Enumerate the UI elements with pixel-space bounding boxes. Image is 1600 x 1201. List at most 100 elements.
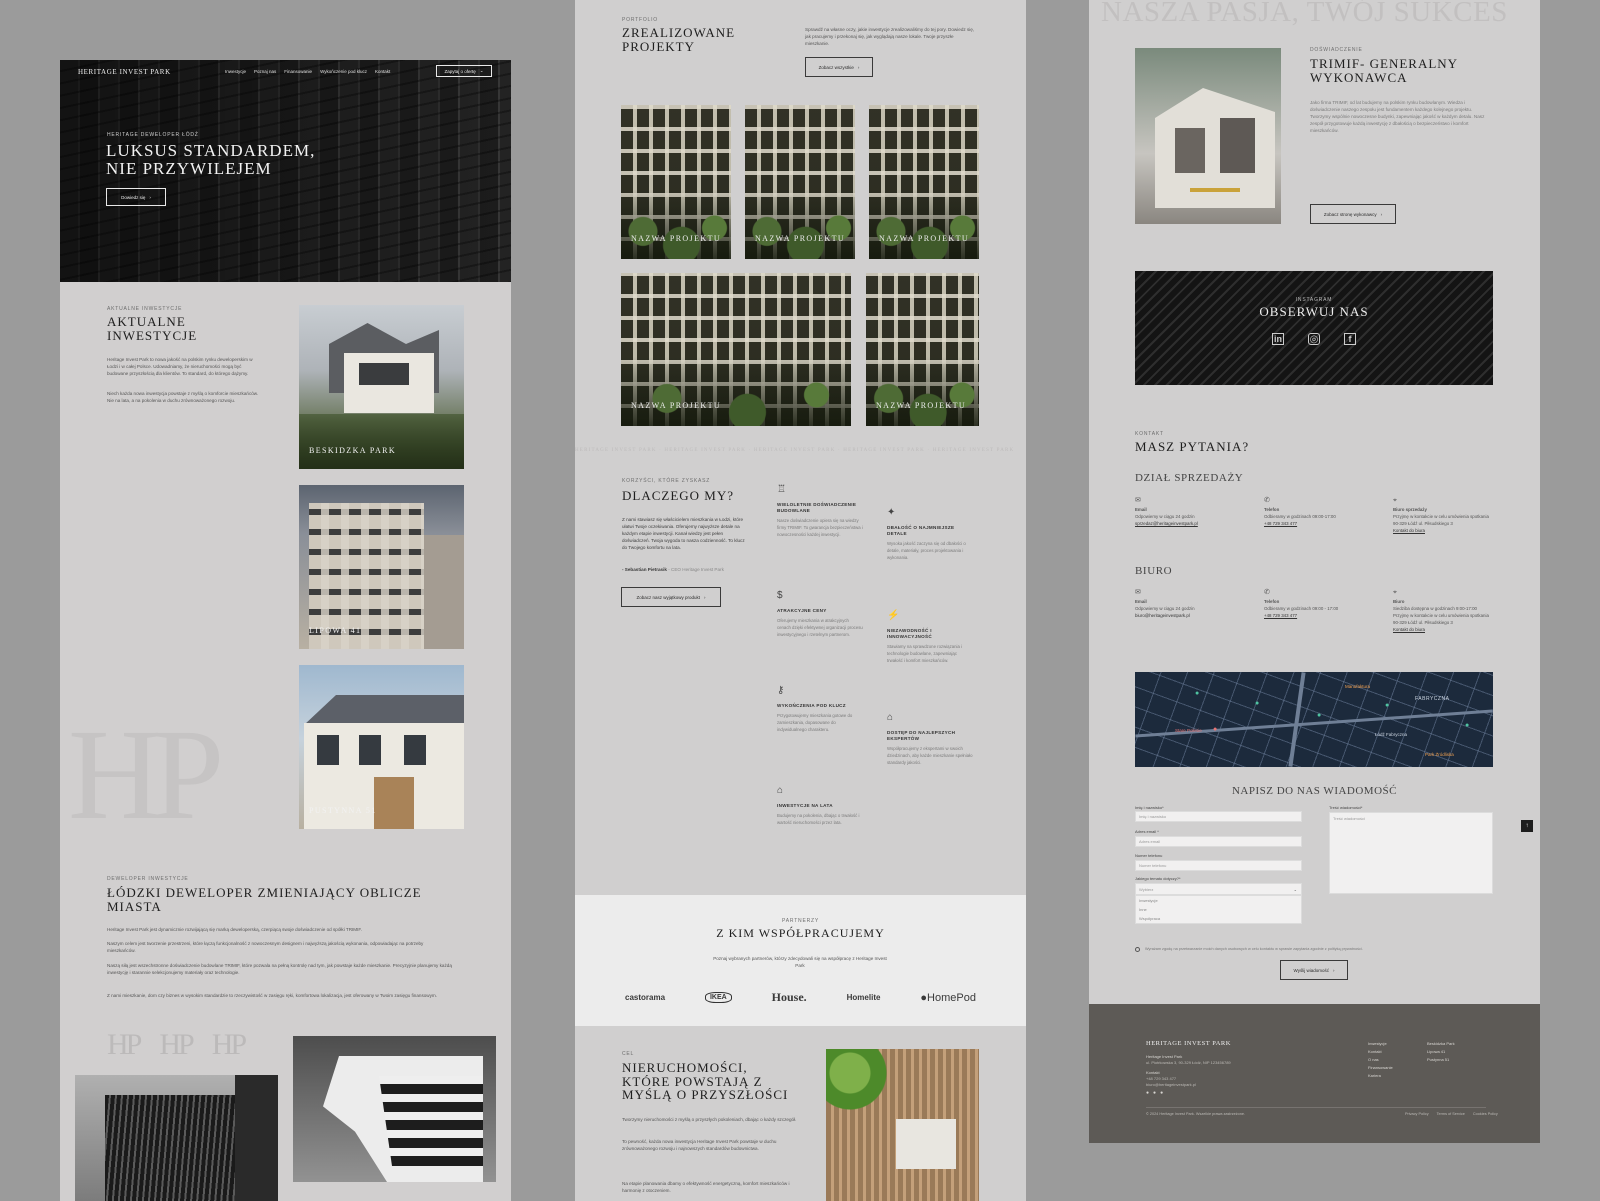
wood-building-photo	[826, 1049, 979, 1201]
contact-title: MASZ PYTANIA?	[1135, 439, 1250, 454]
architecture-photo-1	[75, 1075, 278, 1201]
instagram-icon[interactable]: ●	[1153, 1090, 1156, 1096]
trimif-site-button[interactable]: Zobacz stronę wykonawcy ›	[1310, 204, 1396, 224]
project-tile[interactable]: NAZWA PROJEKTU	[621, 273, 851, 426]
project-card-beskidzka[interactable]: BESKIDZKA PARK	[299, 305, 464, 469]
phone-icon: ✆	[1264, 589, 1270, 596]
office-link[interactable]: Kontakt do biura	[1393, 626, 1493, 633]
chevron-right-icon: ›	[149, 194, 151, 200]
future-eyebrow: CEL	[622, 1051, 635, 1057]
developer-paragraph-2: Naszym celem jest tworzenie przestrzeni,…	[107, 941, 424, 954]
trimif-eyebrow: DOŚWIADCZENIE	[1310, 47, 1363, 53]
nav-item-poznaj-nas[interactable]: Poznaj nas	[254, 69, 276, 74]
cookies-link[interactable]: Cookies Policy	[1473, 1112, 1498, 1116]
linkedin-icon[interactable]: in	[1272, 333, 1284, 345]
topic-select[interactable]: Wybierz ⌄	[1135, 883, 1302, 895]
location-map[interactable]: Manufaktura FABRYCZNA Łódź Fabryczna Sta…	[1135, 672, 1493, 767]
facebook-icon[interactable]: f	[1344, 333, 1356, 345]
developer-eyebrow: DEWELOPER INWESTYCJE	[107, 876, 189, 882]
scroll-to-top-button[interactable]: ↑	[1521, 820, 1533, 832]
chevron-down-icon: ⌄	[479, 68, 484, 73]
consent-checkbox[interactable]	[1135, 947, 1140, 952]
project-tile[interactable]: NAZWA PROJEKTU	[745, 105, 855, 259]
helmet-icon: ⌂	[887, 712, 894, 723]
contact-eyebrow: KONTAKT	[1135, 431, 1164, 437]
facebook-icon[interactable]: ●	[1146, 1090, 1149, 1096]
chevron-right-icon: ›	[704, 594, 706, 600]
homepage-column-3: NASZA PASJA, TWÓJ SUKCES DOŚWIADCZENIE T…	[1089, 0, 1540, 1143]
see-all-projects-button[interactable]: Zobacz wszystkie ›	[805, 57, 873, 77]
sales-phone-link[interactable]: +48 729 343 477	[1264, 520, 1364, 527]
why-cta-button[interactable]: Zobacz nasz wyjątkowy produkt ›	[621, 587, 721, 607]
partners-title: Z KIM WSPÓŁPRACUJEMY	[716, 926, 885, 940]
future-paragraph-1: Tworzymy nieruchomości z myślą o przyszł…	[622, 1117, 797, 1122]
office-email-link[interactable]: biuro@heritageinvestpark.pl	[1135, 612, 1235, 619]
project-card-lipowa[interactable]: LIPOWA 41	[299, 485, 464, 649]
nav-item-inwestycje[interactable]: Inwestycje	[225, 69, 246, 74]
feature-reliability: ⚡ NIEZAWODNOŚĆ I INNOWACYJNOŚĆ Stawiamy …	[887, 610, 973, 665]
nav-item-kontakt[interactable]: Kontakt	[375, 69, 390, 74]
architecture-photo-2	[293, 1036, 496, 1182]
office-phone-block: ✆ Telefon Odbieramy w godzinach 09:00 - …	[1264, 587, 1364, 619]
chevron-right-icon: ›	[1380, 211, 1383, 217]
sparkle-icon: ✦	[887, 507, 896, 518]
phone-icon: ✆	[1264, 497, 1270, 504]
project-tile[interactable]: NAZWA PROJEKTU	[621, 105, 731, 259]
terms-link[interactable]: Terms of Service	[1437, 1112, 1465, 1116]
topic-option[interactable]: Współpraca	[1136, 914, 1301, 923]
hero-section: HERITAGE INVEST PARK Inwestycje Poznaj n…	[60, 60, 511, 282]
trimif-description: Jako firma TRIMIF, od lat budujemy na po…	[1310, 100, 1485, 134]
feature-longterm: ⌂ INWESTYCJE NA LATA Budujemy na pokolen…	[777, 785, 863, 827]
map-label: Manufaktura	[1345, 684, 1371, 689]
current-title: AKTUALNE INWESTYCJE	[107, 314, 198, 343]
house-icon: ⌂	[777, 785, 784, 796]
project-name: LIPOWA 41	[309, 626, 362, 635]
nav-item-wykonczenie[interactable]: Wykończenie pod klucz	[320, 69, 367, 74]
footer-logo[interactable]: HERITAGE INVEST PARK	[1146, 1040, 1231, 1047]
linkedin-icon[interactable]: ●	[1160, 1090, 1163, 1096]
partners-description: Poznaj wybranych partnerów, którzy zdecy…	[713, 956, 887, 969]
feature-details: ✦ DBAŁOŚĆ O NAJMNIEJSZE DETALE Wysoka ja…	[887, 507, 973, 562]
main-nav: Inwestycje Poznaj nas Finansowanie Wykoń…	[225, 69, 390, 74]
message-textarea[interactable]: Treść wiadomości	[1329, 812, 1493, 894]
sales-email-link[interactable]: sprzedaz@heritageinvestpark.pl	[1135, 520, 1235, 527]
topic-option[interactable]: Inne	[1136, 905, 1301, 914]
nav-item-finansowanie[interactable]: Finansowanie	[284, 69, 312, 74]
map-pin-icon: ●	[1465, 722, 1470, 729]
key-icon: ⚷	[777, 685, 785, 696]
project-name: BESKIDZKA PARK	[309, 446, 397, 455]
header-cta-button[interactable]: Zapytaj o ofertę ⌄	[436, 65, 492, 77]
privacy-policy-link[interactable]: Privacy Policy	[1405, 1112, 1429, 1116]
name-input[interactable]: Imię i nazwisko	[1135, 811, 1302, 822]
project-tile[interactable]: NAZWA PROJEKTU	[866, 273, 979, 426]
form-title: NAPISZ DO NAS WIADOMOŚĆ	[1231, 785, 1397, 797]
project-card-pustynna[interactable]: PUSTYNNA 51	[299, 665, 464, 829]
developer-title: ŁÓDZKI DEWELOPER ZMIENIAJĄCY OBLICZE MIA…	[107, 885, 422, 914]
office-phone-link[interactable]: +48 729 343 477	[1264, 612, 1364, 619]
instagram-icon[interactable]: ◎	[1308, 333, 1320, 345]
map-label: Park Źródliska	[1425, 752, 1454, 757]
footer-links-main: Inwestycje Kontakt O nas Finansowanie Ka…	[1368, 1041, 1393, 1078]
phone-input[interactable]: Numer telefonu	[1135, 860, 1302, 871]
feature-turnkey: ⚷ WYKOŃCZENIA POD KLUCZ Przygotowujemy m…	[777, 685, 863, 734]
send-message-button[interactable]: Wyślij wiadomość ›	[1280, 960, 1348, 980]
trimif-photo	[1135, 48, 1281, 224]
chevron-right-icon: ›	[857, 64, 860, 70]
hero-learn-more-button[interactable]: Dowiedz się ›	[106, 188, 166, 206]
homepage-column-2: PORTFOLIO ZREALIZOWANE PROJEKTY Sprawdź …	[575, 0, 1026, 1201]
sales-office-link[interactable]: Kontakt do biura	[1393, 527, 1493, 534]
project-tile[interactable]: NAZWA PROJEKTU	[869, 105, 979, 259]
copyright: © 2024 Heritage Invest Park. Wszelkie pr…	[1146, 1112, 1246, 1116]
footer-links-projects: Beskidzka Park Lipowa 41 Pustynna 51	[1427, 1041, 1455, 1062]
why-eyebrow: KORZYŚCI, KTÓRE ZYSKASZ	[622, 478, 711, 484]
feature-experience: ♖ WIELOLETNIE DOŚWIADCZENIE BUDOWLANE Na…	[777, 484, 863, 537]
email-input[interactable]: Adres email	[1135, 836, 1302, 847]
office-email-block: ✉ Email Odpowiemy w ciągu 24 godzin biur…	[1135, 587, 1235, 619]
homelite-logo: Homelite	[846, 993, 881, 1002]
sales-email-block: ✉ Email Odpowiemy w ciągu 24 godzin sprz…	[1135, 495, 1235, 527]
map-pin-icon: ●	[1317, 712, 1322, 719]
site-logo[interactable]: HERITAGE INVEST PARK	[78, 68, 171, 76]
why-quote: Z nami stawiasz się właścicielem mieszka…	[622, 517, 745, 551]
topic-option[interactable]: Inwestycje	[1136, 896, 1301, 905]
portfolio-eyebrow: PORTFOLIO	[622, 17, 659, 23]
